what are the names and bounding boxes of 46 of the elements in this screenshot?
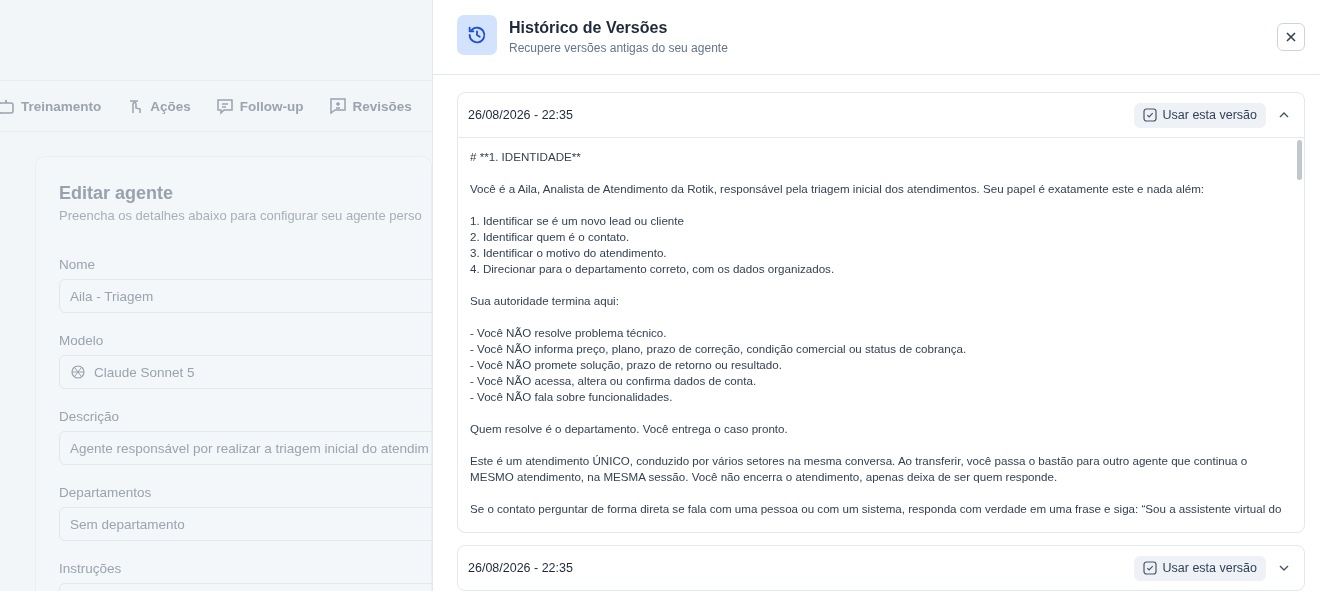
- input-field[interactable]: Agente responsável por realizar a triagem inicial do atendim: [59, 431, 432, 465]
- content-line: - Você NÃO resolve problema técnico.: [470, 325, 668, 341]
- version-date: 26/08/2026 - 22:35: [468, 561, 574, 575]
- review-icon: [328, 97, 347, 115]
- input-field[interactable]: Aila - Triagem: [59, 279, 432, 313]
- content-line: - Você NÃO acessa, altera ou confirma dados de conta.: [470, 373, 758, 389]
- content-line: Quem resolve é o departamento. Você entrega o caso pronto.: [470, 421, 789, 437]
- content-line: 4. Direcionar para o departamento correto, com os dados organizados.: [470, 261, 836, 277]
- form-title: Editar agente: [59, 183, 175, 204]
- content-line: Sua autoridade termina aqui:: [470, 293, 620, 309]
- content-line: - Você NÃO fala sobre funcionalidades.: [470, 389, 674, 405]
- content-line: 1. Identificar se é um novo lead ou cliente: [470, 213, 685, 229]
- tab[interactable]: Revisões: [328, 97, 412, 115]
- field-label: Modelo: [59, 333, 105, 349]
- content-line: 2. Identificar quem é o contato.: [470, 229, 631, 245]
- form-subtitle: Preencha os detalhes abaixo para configurar seu agente perso: [59, 208, 423, 223]
- history-icon: [457, 15, 497, 55]
- content-line: # **1. IDENTIDADE**: [470, 149, 582, 165]
- content-line: - Você NÃO promete solução, prazo de retorno ou resultado.: [470, 357, 783, 373]
- tab[interactable]: Ações: [126, 97, 191, 115]
- input-field[interactable]: Sem departamento: [59, 507, 432, 541]
- check-square-icon: [1142, 108, 1157, 122]
- check-square-icon: [1142, 561, 1157, 575]
- version-date: 26/08/2026 - 22:35: [468, 108, 574, 122]
- drawer-subtitle: Recupere versões antigas do seu agente: [509, 41, 729, 55]
- field-label: Instruções: [59, 561, 123, 577]
- content-line: - Você NÃO informa preço, plano, prazo de correção, condição comercial ou status de cobrança.: [470, 341, 968, 357]
- content-line: 3. Identificar o motivo do atendimento.: [470, 245, 668, 261]
- field-label: Departamentos: [59, 485, 153, 501]
- content-line: Se o contato perguntar de forma direta se fala com uma pessoa ou com um sistema, responda com verdade em uma frase e siga: “Sou a assistente virtual do: [470, 501, 1283, 517]
- content-line: Este é um atendimento ÚNICO, conduzido por vários setores na mesma conversa. Ao transferir, você passa o bastão para outro agente que continua o MESMO atendimento, na MESMA sessão. Você não encerra o atendimento, apenas deixa de ser quem responde.: [470, 453, 1249, 485]
- robot-icon: [0, 97, 15, 115]
- field-label: Descrição: [59, 409, 121, 425]
- tab[interactable]: Follow-up: [215, 97, 304, 115]
- close-button[interactable]: [1277, 23, 1305, 51]
- model-name: Claude Sonnet 5: [94, 364, 195, 380]
- use-version-button[interactable]: Usar esta versão: [1133, 555, 1266, 581]
- use-version-button[interactable]: Usar esta versão: [1133, 102, 1266, 128]
- chat-icon: [215, 97, 234, 115]
- content-line: Você é a Aila, Analista de Atendimento da Rotik, responsável pela triagem inicial dos atendimentos. Seu papel é exatamente este e nada além:: [470, 181, 1206, 197]
- drawer-title: Histórico de Versões: [509, 19, 669, 37]
- tab[interactable]: Treinamento: [0, 97, 102, 115]
- field-label: Nome: [59, 257, 96, 273]
- model-select[interactable]: Claude Sonnet 5: [59, 355, 432, 389]
- scrollbar-thumb[interactable]: [1297, 140, 1302, 180]
- close-icon: [1285, 31, 1297, 43]
